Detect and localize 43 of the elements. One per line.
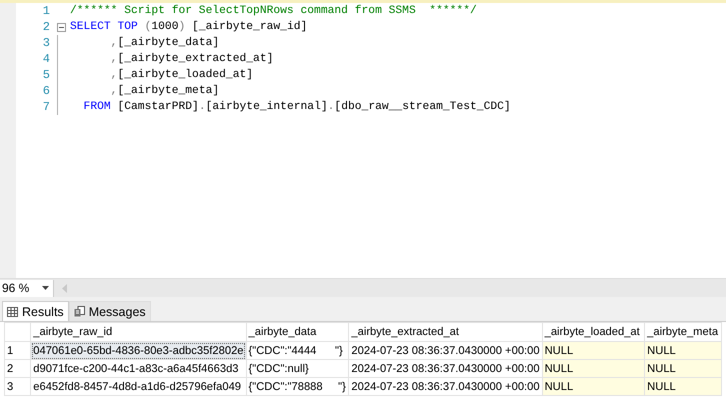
line-number: 3	[42, 36, 51, 50]
table-cell[interactable]: 2024-07-23 08:36:37.0430000 +00:00	[348, 342, 542, 360]
grid-icon	[7, 306, 18, 316]
dropdown-caret-icon	[42, 286, 49, 290]
column-header[interactable]: _airbyte_raw_id	[30, 322, 246, 342]
table-cell[interactable]: NULL	[644, 378, 722, 396]
table-cell[interactable]: NULL	[542, 342, 645, 360]
code-line: ,[_airbyte_loaded_at]	[110, 69, 254, 81]
row-number: 2	[4, 360, 31, 378]
collapse-icon[interactable]	[56, 22, 66, 32]
code-line: ,[_airbyte_data]	[110, 37, 220, 49]
table-cell[interactable]: 2024-07-23 08:36:37.0430000 +00:00	[348, 360, 542, 378]
zoom-dropdown[interactable]: 96 %	[0, 280, 54, 296]
table-cell[interactable]: 047061e0-65bd-4836-80e3-adbc35f2802e	[30, 342, 246, 360]
table-cell[interactable]: d9071fce-c200-44c1-a83c-a6a45f4663d3	[30, 360, 246, 378]
column-header[interactable]: _airbyte_loaded_at	[542, 322, 645, 342]
code-line: ,[_airbyte_meta]	[110, 85, 220, 97]
column-header[interactable]: _airbyte_meta	[644, 322, 722, 342]
line-number: 2	[42, 20, 51, 34]
line-number: 5	[42, 68, 51, 82]
column-header[interactable]: _airbyte_extracted_at	[348, 322, 542, 342]
line-number: 1	[42, 4, 51, 18]
table-cell[interactable]: e6452fd8-8457-4d8d-a1d6-d25796efa049	[30, 378, 246, 396]
code-line: /****** Script for SelectTopNRows command from SSMS ******/	[70, 5, 477, 17]
table-cell[interactable]: NULL	[542, 378, 645, 396]
table-cell[interactable]: NULL	[644, 360, 722, 378]
column-header[interactable]: _airbyte_data	[246, 322, 349, 342]
code-line: ,[_airbyte_extracted_at]	[110, 53, 274, 65]
row-number: 3	[4, 378, 31, 396]
table-cell[interactable]: NULL	[644, 342, 722, 360]
code-line: FROM [CamstarPRD].[airbyte_internal].[dbo_raw__stream_Test_CDC]	[82, 101, 511, 113]
document-icon	[74, 306, 85, 317]
table-cell[interactable]: {"CDC":"4444 "}	[246, 342, 349, 360]
table-cell[interactable]: {"CDC":null}	[246, 360, 349, 378]
table-cell[interactable]: {"CDC":"78888 "}	[246, 378, 349, 396]
messages-tab[interactable]: Messages	[68, 301, 151, 321]
line-number: 6	[42, 84, 51, 98]
table-cell[interactable]: 2024-07-23 08:36:37.0430000 +00:00	[348, 378, 542, 396]
line-number: 4	[42, 52, 51, 66]
table-cell[interactable]: NULL	[542, 360, 645, 378]
results-tab[interactable]: Results	[2, 301, 69, 321]
code-line: SELECT TOP (1000) [_airbyte_raw_id]	[70, 21, 308, 33]
line-number: 7	[42, 100, 51, 114]
